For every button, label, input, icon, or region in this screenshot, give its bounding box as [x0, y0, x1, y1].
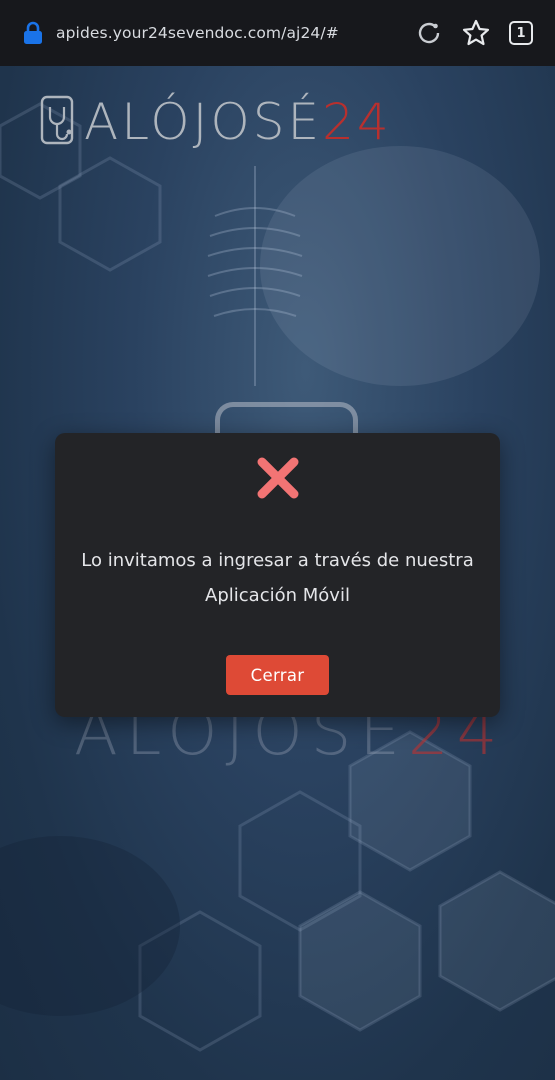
error-x-icon: [257, 457, 298, 499]
alert-dialog: Lo invitamos a ingresar a través de nues…: [55, 433, 500, 717]
brand-logo: ALÓJOSÉ24: [40, 92, 392, 152]
address-bar[interactable]: apides.your24sevendoc.com/aj24/#: [56, 24, 415, 42]
tab-switcher-button[interactable]: 1: [509, 21, 533, 45]
browser-toolbar: apides.your24sevendoc.com/aj24/# 1: [0, 0, 555, 66]
lock-icon: [24, 21, 42, 44]
star-icon[interactable]: [461, 18, 491, 48]
dialog-message: Lo invitamos a ingresar a través de nues…: [65, 543, 490, 613]
close-button[interactable]: Cerrar: [226, 655, 329, 695]
refresh-icon[interactable]: [415, 19, 443, 47]
dialog-message-line1: Lo invitamos a ingresar a través de nues…: [81, 550, 474, 571]
medical-phone-stethoscope-icon: [40, 95, 74, 145]
dialog-message-line2: Aplicación Móvil: [205, 585, 350, 606]
brand-name-number: 24: [322, 93, 392, 151]
brand-name-main: ALÓJOSÉ: [84, 93, 323, 151]
brand-name: ALÓJOSÉ24: [84, 97, 392, 147]
